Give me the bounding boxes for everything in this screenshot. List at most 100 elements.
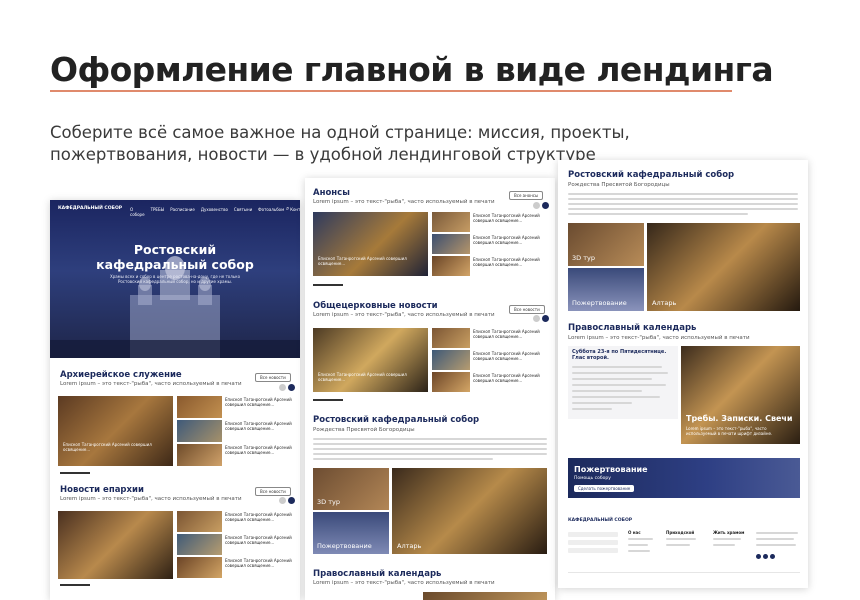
footer-link[interactable] — [628, 544, 648, 546]
nav-item[interactable]: Контакты — [290, 207, 300, 217]
text-line — [568, 208, 798, 210]
donation-title: Пожертвование — [574, 465, 648, 474]
section-subtitle: Lorem ipsum – это текст-"рыба", часто ис… — [313, 312, 495, 318]
site-logo[interactable]: КАФЕДРАЛЬНЫЙ СОБОР — [58, 206, 122, 211]
altar-label: Алтарь — [652, 299, 677, 307]
social-icon[interactable] — [770, 554, 775, 559]
donation-banner[interactable]: Пожертвование Помощь собору Сделать поже… — [568, 458, 800, 498]
news-feature-photo[interactable]: Епископ Таганрогский Арсений совершил ос… — [58, 396, 173, 466]
text-line — [572, 378, 652, 380]
all-news-button[interactable]: Все новости — [255, 487, 291, 496]
nav-item[interactable]: ТРЕБЫ — [151, 207, 165, 217]
social-icon[interactable] — [763, 554, 768, 559]
news-feature-photo[interactable]: Епископ Таганрогский Арсений совершил ос… — [313, 328, 428, 392]
footer-link[interactable] — [666, 544, 690, 546]
news-thumb[interactable] — [432, 372, 470, 392]
news-thumb[interactable] — [432, 256, 470, 276]
all-news-button[interactable]: Все новости — [255, 373, 291, 382]
section-underline — [313, 284, 343, 286]
top-nav: О соборе ТРЕБЫ Расписание Духовенство Св… — [130, 207, 300, 217]
section-underline — [313, 399, 343, 401]
hero-banner: КАФЕДРАЛЬНЫЙ СОБОР О соборе ТРЕБЫ Распис… — [50, 200, 300, 358]
section-subtitle: Lorem ipsum – это текст-"рыба", часто ис… — [60, 381, 242, 387]
footer-calendar-grid — [568, 548, 618, 553]
nav-item[interactable]: О соборе — [130, 207, 145, 217]
treby-photo[interactable]: Требы. Записки. Свечи Lorem ipsum – это … — [681, 346, 800, 444]
nav-item[interactable]: Святыни — [234, 207, 252, 217]
news-thumb[interactable] — [177, 534, 222, 555]
search-icon[interactable]: ⌕ — [286, 205, 289, 213]
news-thumb[interactable] — [432, 328, 470, 348]
news-thumb[interactable] — [177, 444, 222, 466]
section-subtitle: Lorem ipsum – это текст-"рыба", часто ис… — [60, 496, 242, 502]
news-thumb[interactable] — [432, 350, 470, 370]
nav-item[interactable]: Фотоальбом — [258, 207, 284, 217]
footer-calendar-grid — [568, 540, 618, 545]
next-arrow-icon[interactable] — [542, 202, 549, 209]
text-line — [568, 198, 798, 200]
news-title[interactable]: Епископ Таганрогский Арсений совершил ос… — [473, 329, 548, 339]
footer-link[interactable] — [666, 538, 696, 540]
next-arrow-icon[interactable] — [288, 384, 295, 391]
news-title[interactable]: Епископ Таганрогский Арсений совершил ос… — [473, 351, 548, 361]
news-title[interactable]: Епископ Таганрогский Арсений совершил ос… — [473, 373, 548, 383]
footer-link[interactable] — [713, 544, 735, 546]
prev-arrow-icon[interactable] — [533, 315, 540, 322]
footer-contact — [756, 532, 798, 534]
footer-logo[interactable]: КАФЕДРАЛЬНЫЙ СОБОР — [568, 518, 632, 523]
tour-label: 3D тур — [317, 498, 340, 506]
footer-col-title: Приходской — [666, 530, 695, 535]
section-title: Новости епархии — [60, 485, 144, 495]
nav-item[interactable]: Духовенство — [201, 207, 228, 217]
announcement-feature-photo[interactable]: Епископ Таганрогский Арсений совершил ос… — [313, 212, 428, 276]
news-feature-photo[interactable] — [58, 511, 173, 579]
footer-link[interactable] — [628, 550, 650, 552]
news-title[interactable]: Епископ Таганрогский Арсений совершил ос… — [473, 235, 548, 245]
feature-caption: Епископ Таганрогский Арсений совершил ос… — [318, 372, 407, 382]
donation-photo[interactable]: Пожертвование — [313, 512, 389, 554]
prev-arrow-icon[interactable] — [279, 497, 286, 504]
news-title[interactable]: Епископ Таганрогский Арсений совершил ос… — [225, 397, 295, 407]
calendar-photo — [423, 592, 547, 600]
prev-arrow-icon[interactable] — [279, 384, 286, 391]
all-announcements-button[interactable]: Все анонсы — [509, 191, 544, 200]
all-news-button[interactable]: Все новости — [509, 305, 545, 314]
section-subtitle: Lorem ipsum – это текст-"рыба", часто ис… — [568, 335, 750, 341]
news-title[interactable]: Епископ Таганрогский Арсений совершил ос… — [473, 213, 548, 223]
text-line — [572, 396, 660, 398]
treby-title: Требы. Записки. Свечи — [686, 414, 793, 423]
donate-button[interactable]: Сделать пожертвование — [574, 485, 635, 492]
news-thumb[interactable] — [177, 396, 222, 418]
news-thumb[interactable] — [177, 420, 222, 442]
news-title[interactable]: Епископ Таганрогский Арсений совершил ос… — [473, 257, 548, 267]
news-feature-caption: Епископ Таганрогский Арсений совершил ос… — [63, 442, 152, 452]
nav-item[interactable]: Расписание — [170, 207, 195, 217]
tour-photo[interactable]: 3D тур — [568, 223, 644, 266]
prev-arrow-icon[interactable] — [533, 202, 540, 209]
news-thumb[interactable] — [432, 212, 470, 232]
next-arrow-icon[interactable] — [288, 497, 295, 504]
next-arrow-icon[interactable] — [542, 315, 549, 322]
footer-link[interactable] — [628, 538, 653, 540]
footer-divider — [568, 572, 800, 573]
news-title[interactable]: Епископ Таганрогский Арсений совершил ос… — [225, 558, 295, 568]
text-line — [572, 372, 668, 374]
news-title[interactable]: Епископ Таганрогский Арсений совершил ос… — [225, 421, 295, 431]
news-title[interactable]: Епископ Таганрогский Арсений совершил ос… — [225, 445, 295, 455]
tour-photo[interactable]: 3D тур — [313, 468, 389, 510]
social-icon[interactable] — [756, 554, 761, 559]
footer-col-title: Жить храмом — [713, 530, 745, 535]
news-thumb[interactable] — [432, 234, 470, 254]
news-title[interactable]: Епископ Таганрогский Арсений совершил ос… — [225, 512, 295, 522]
donation-photo[interactable]: Пожертвование — [568, 268, 644, 311]
feature-caption: Епископ Таганрогский Арсений совершил ос… — [318, 256, 407, 266]
altar-photo[interactable]: Алтарь — [392, 468, 547, 554]
text-line — [568, 213, 748, 215]
mockup-home-left: КАФЕДРАЛЬНЫЙ СОБОР О соборе ТРЕБЫ Распис… — [50, 200, 300, 600]
news-thumb[interactable] — [177, 511, 222, 532]
footer-link[interactable] — [713, 538, 741, 540]
altar-photo[interactable]: Алтарь — [647, 223, 800, 311]
news-title[interactable]: Епископ Таганрогский Арсений совершил ос… — [225, 535, 295, 545]
news-thumb[interactable] — [177, 557, 222, 578]
section-title: Анонсы — [313, 188, 350, 198]
